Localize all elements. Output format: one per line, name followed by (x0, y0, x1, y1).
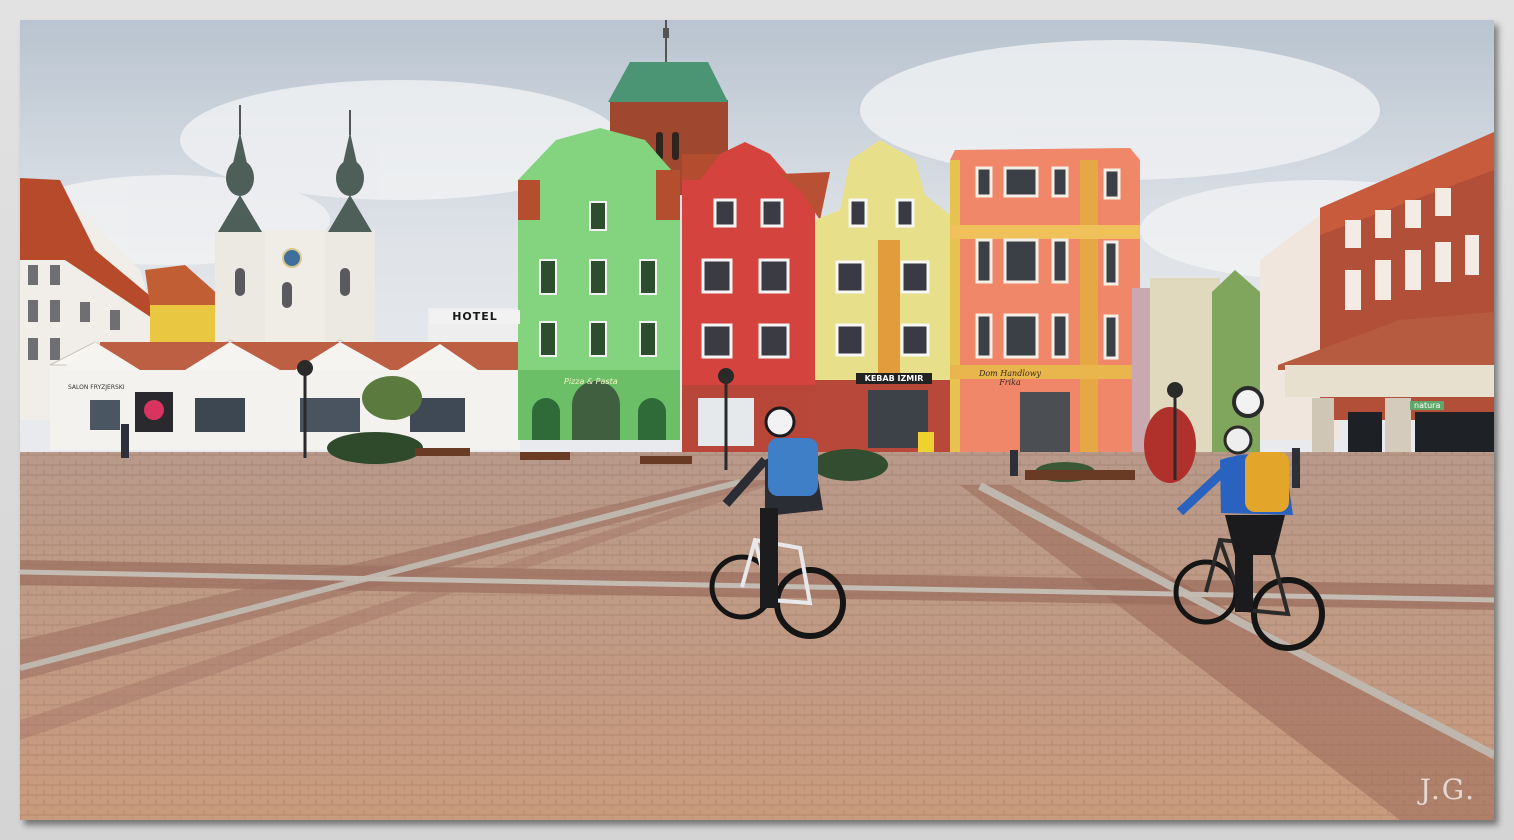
hedge (812, 449, 888, 481)
green-house (518, 128, 680, 440)
red-tree (1144, 407, 1196, 483)
kebab-izmir-sign: KEBAB IZMIR (856, 373, 932, 384)
hedge (327, 432, 423, 464)
natura-sign: natura (1410, 401, 1445, 410)
red-house (682, 142, 815, 460)
dom-handlowy-sign: Dom Handlowy Frika (978, 369, 1042, 387)
photographer-watermark: J.G. (1419, 773, 1476, 806)
salon-sign: SALON FRYZJERSKI (68, 384, 125, 391)
dom-handlowy-line1: Dom Handlowy (978, 369, 1042, 378)
pizza-sign: Pizza & Pasta (564, 377, 618, 386)
hotel-sign: HOTEL (430, 310, 520, 324)
town-square-photo: HOTEL KEBAB IZMIR Dom Handlowy Frika Piz… (20, 20, 1494, 820)
town-square-scene (20, 20, 1494, 820)
tree (362, 376, 422, 420)
street-clock (1232, 386, 1264, 418)
photo-frame: HOTEL KEBAB IZMIR Dom Handlowy Frika Piz… (0, 0, 1514, 840)
dom-handlowy-line2: Frika (999, 378, 1021, 387)
orange-corner-house (950, 148, 1140, 465)
